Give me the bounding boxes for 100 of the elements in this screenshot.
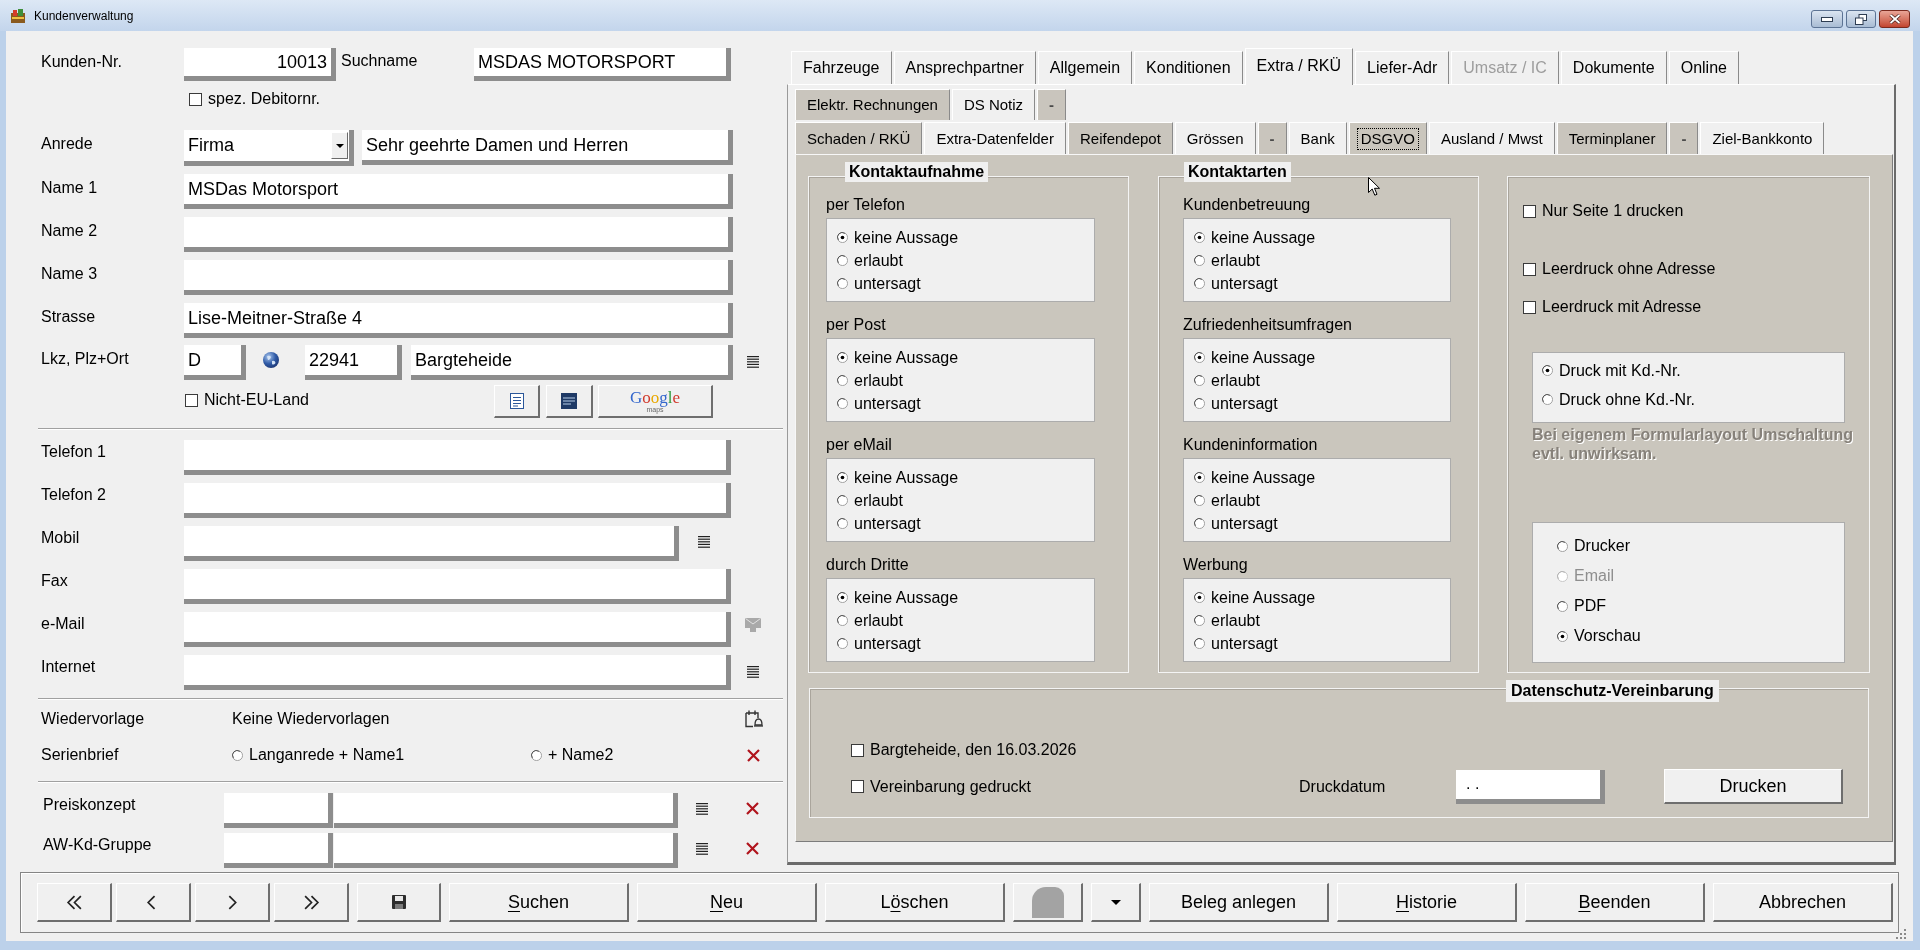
text-field[interactable] xyxy=(184,526,679,561)
radio-option[interactable]: Langanrede + Name1 xyxy=(232,743,405,767)
cross-icon[interactable] xyxy=(746,842,759,855)
text-field[interactable]: MSDAS MOTORSPORT xyxy=(474,48,731,81)
tab[interactable]: Liefer-Adr xyxy=(1355,51,1450,84)
text-field[interactable] xyxy=(224,833,333,868)
radio-button[interactable] xyxy=(1194,472,1205,483)
tab[interactable]: Ausland / Mwst xyxy=(1428,122,1555,154)
radio-option[interactable]: + Name2 xyxy=(531,743,614,767)
text-field[interactable]: . . xyxy=(1456,769,1605,804)
radio-option[interactable]: keine Aussage xyxy=(837,226,959,249)
tab[interactable]: DSGVO xyxy=(1348,122,1427,154)
radio-option[interactable]: PDF xyxy=(1557,591,1606,621)
radio-option[interactable]: erlaubt xyxy=(1194,369,1260,392)
text-field[interactable] xyxy=(224,793,333,828)
list-icon[interactable] xyxy=(747,666,759,678)
radio-button[interactable] xyxy=(1542,394,1553,405)
calendar-bell-icon[interactable] xyxy=(745,710,763,728)
text-field[interactable] xyxy=(184,260,733,295)
radio-option[interactable]: untersagt xyxy=(837,392,921,415)
radio-option[interactable]: keine Aussage xyxy=(837,466,959,489)
tab[interactable]: Konditionen xyxy=(1134,51,1243,84)
tab[interactable]: Elektr. Rechnungen xyxy=(795,89,950,120)
photo-button[interactable] xyxy=(1013,883,1083,922)
radio-option[interactable]: keine Aussage xyxy=(837,586,959,609)
document-button[interactable] xyxy=(494,385,540,418)
radio-option[interactable]: keine Aussage xyxy=(1194,226,1316,249)
tab[interactable]: Extra-Datenfelder xyxy=(924,122,1066,154)
radio-option[interactable]: untersagt xyxy=(1194,392,1278,415)
text-field[interactable] xyxy=(184,483,731,518)
list-icon[interactable] xyxy=(696,843,708,855)
radio-button[interactable] xyxy=(1557,600,1568,612)
radio-button[interactable] xyxy=(837,518,848,529)
checkbox[interactable] xyxy=(189,92,202,106)
radio-option[interactable]: Drucker xyxy=(1557,531,1630,561)
radio-option[interactable]: untersagt xyxy=(1194,272,1278,295)
tab[interactable]: Allgemein xyxy=(1037,51,1133,84)
tab[interactable]: Extra / RKÜ xyxy=(1244,48,1354,85)
list-icon[interactable] xyxy=(747,356,759,368)
radio-button[interactable] xyxy=(1542,365,1553,376)
radio-button[interactable] xyxy=(1194,518,1205,529)
radio-option[interactable]: erlaubt xyxy=(1194,489,1260,512)
radio-button[interactable] xyxy=(1557,630,1568,642)
tab[interactable]: Ansprechpartner xyxy=(893,51,1036,84)
list-icon[interactable] xyxy=(698,536,710,548)
text-field[interactable]: D xyxy=(184,345,246,380)
radio-option[interactable]: keine Aussage xyxy=(837,346,959,369)
radio-button[interactable] xyxy=(1194,352,1205,363)
radio-option[interactable]: untersagt xyxy=(1194,512,1278,535)
radio-button[interactable] xyxy=(1194,398,1205,409)
radio-button[interactable] xyxy=(837,375,848,386)
print-button[interactable]: Drucken xyxy=(1664,769,1843,804)
radio-option[interactable]: untersagt xyxy=(1194,632,1278,655)
tab[interactable]: Grössen xyxy=(1174,122,1256,154)
text-field[interactable] xyxy=(184,440,731,475)
previous-button[interactable] xyxy=(116,883,191,922)
last-button[interactable] xyxy=(274,883,349,922)
text-field[interactable] xyxy=(184,612,731,647)
radio-button[interactable] xyxy=(232,749,243,761)
checkbox-option[interactable]: Nicht-EU-Land xyxy=(185,390,309,410)
picture-button[interactable] xyxy=(546,385,593,418)
radio-option[interactable]: untersagt xyxy=(837,512,921,535)
radio-option[interactable]: erlaubt xyxy=(837,369,903,392)
radio-button[interactable] xyxy=(1557,540,1568,552)
minimize-button[interactable] xyxy=(1811,10,1843,28)
text-field[interactable]: 10013 xyxy=(184,48,336,81)
radio-option[interactable]: untersagt xyxy=(837,272,921,295)
tab[interactable]: Bank xyxy=(1288,122,1347,154)
toolbar-button[interactable]: Beleg anlegen xyxy=(1149,883,1329,922)
text-field[interactable]: Lise-Meitner-Straße 4 xyxy=(184,303,733,338)
radio-option[interactable]: untersagt xyxy=(837,632,921,655)
text-field[interactable]: 22941 xyxy=(305,345,402,380)
toolbar-button[interactable]: Abbrechen xyxy=(1713,883,1893,922)
radio-button[interactable] xyxy=(1194,375,1205,386)
radio-button[interactable] xyxy=(837,638,848,649)
toolbar-button[interactable]: Neu xyxy=(637,883,817,922)
checkbox-option[interactable]: Leerdruck mit Adresse xyxy=(1523,297,1702,317)
tab[interactable]: Terminplaner xyxy=(1556,122,1668,154)
globe-icon[interactable] xyxy=(263,352,279,368)
radio-option[interactable]: Druck ohne Kd.-Nr. xyxy=(1542,385,1696,414)
checkbox[interactable] xyxy=(185,393,198,407)
radio-button[interactable] xyxy=(837,592,848,603)
checkbox-option[interactable]: Vereinbarung gedruckt xyxy=(851,776,1031,797)
radio-option[interactable]: erlaubt xyxy=(1194,249,1260,272)
dropdown-field[interactable]: Firma xyxy=(184,130,354,166)
radio-button[interactable] xyxy=(1194,638,1205,649)
cross-icon[interactable] xyxy=(746,802,759,815)
checkbox[interactable] xyxy=(1523,204,1536,218)
radio-button[interactable] xyxy=(1194,278,1205,289)
text-field[interactable] xyxy=(184,569,731,604)
radio-option[interactable]: keine Aussage xyxy=(1194,586,1316,609)
radio-button[interactable] xyxy=(837,232,848,243)
radio-button[interactable] xyxy=(837,472,848,483)
toolbar-button[interactable]: Löschen xyxy=(825,883,1005,922)
first-button[interactable] xyxy=(37,883,112,922)
tab[interactable]: Schaden / RKÜ xyxy=(795,122,923,154)
resize-grip-icon[interactable] xyxy=(1895,928,1907,940)
checkbox-option[interactable]: Nur Seite 1 drucken xyxy=(1523,201,1684,221)
tab[interactable]: Reifendepot xyxy=(1067,122,1173,154)
checkbox-option[interactable]: Leerdruck ohne Adresse xyxy=(1523,259,1716,279)
